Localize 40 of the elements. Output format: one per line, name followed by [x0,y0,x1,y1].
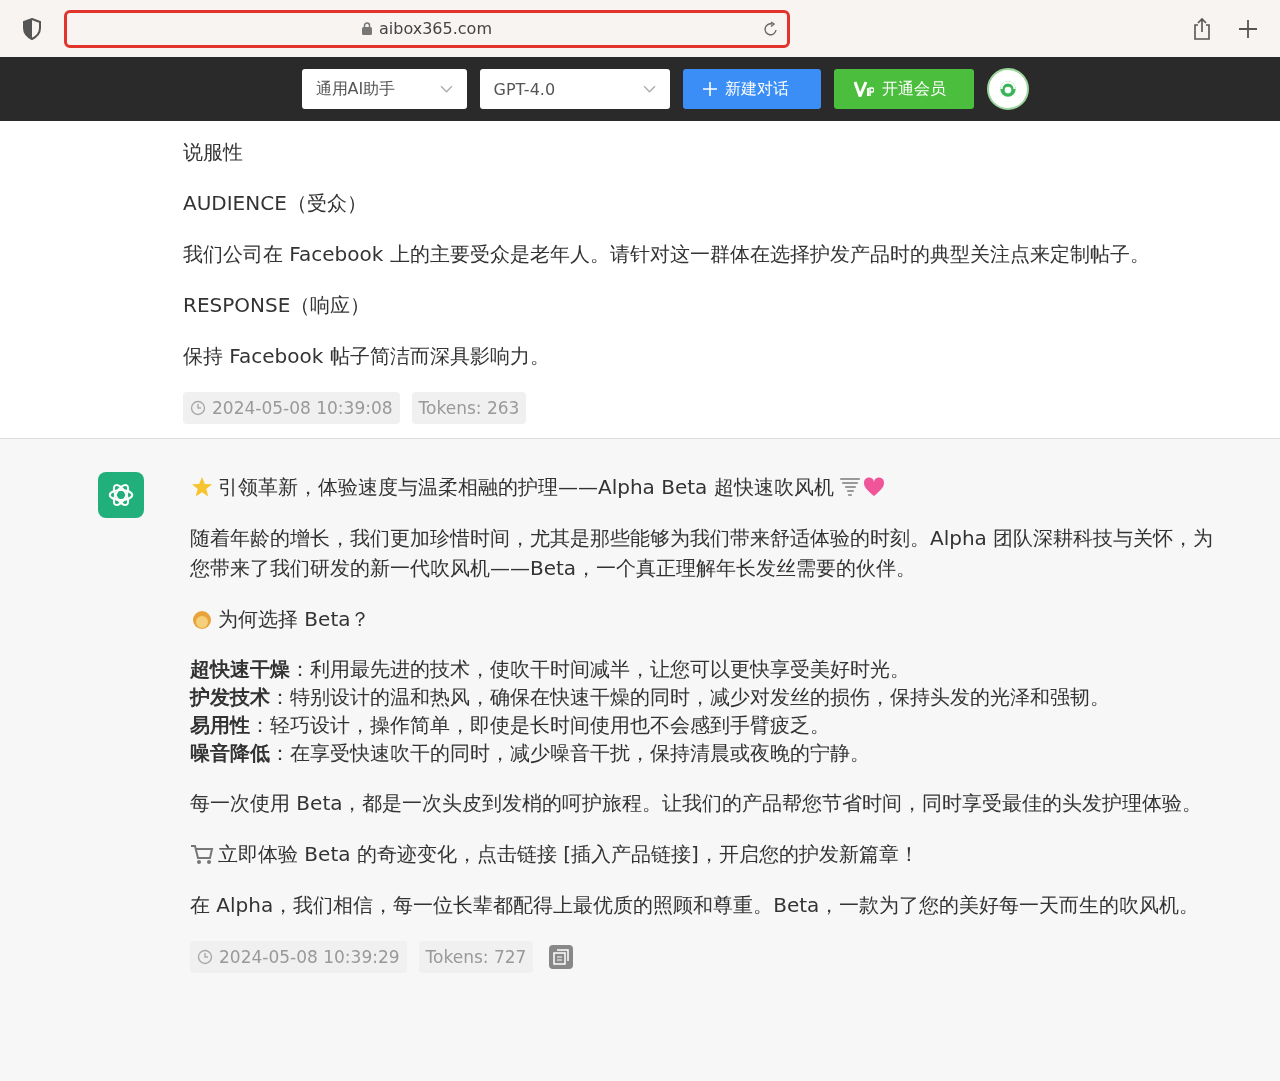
feature-item: 噪音降低：在享受快速吹干的同时，减少噪音干扰，保持清晨或夜晚的宁静。 [190,740,871,767]
chevron-down-icon [642,85,656,93]
message-title: 引领革新，体验速度与温柔相融的护理——Alpha Beta 超快速吹风机 [218,474,834,501]
vip-icon [853,81,874,97]
reload-icon[interactable] [763,20,779,37]
feature-item: 易用性：轻巧设计，操作简单，即使是长时间使用也不会感到手臂疲乏。 [190,712,831,739]
message-heading: 为何选择 Beta？ [218,606,371,633]
clock-icon [197,949,213,965]
cart-icon [190,842,214,866]
timestamp: 2024-05-08 10:39:29 [190,941,407,973]
token-count: Tokens: 727 [418,941,534,973]
message-text: 立即体验 Beta 的奇迹变化，点击链接 [插入产品链接]，开启您的护发新篇章！ [218,841,919,868]
timestamp: 2024-05-08 10:39:08 [183,392,400,424]
token-count: Tokens: 263 [411,392,527,424]
shield-icon[interactable] [22,17,42,40]
message-text: AUDIENCE（受众） [183,190,368,217]
star-icon [190,475,214,499]
assistant-select[interactable]: 通用AI助手 [301,69,467,109]
support-button[interactable] [986,68,1029,110]
feature-item: 超快速干燥：利用最先进的技术，使吹干时间减半，让您可以更快享受美好时光。 [190,656,911,683]
url-text: aibox365.com [379,19,492,38]
model-select[interactable]: GPT-4.0 [479,69,670,109]
share-icon[interactable] [1192,16,1212,41]
message-text: 随着年龄的增长，我们更加珍惜时间，尤其是那些能够为我们带来舒适体验的时刻。Alpha 团队深耕科技与关怀，为您带来了我们研发的新一代吹风机——Beta，一个真正理解年长发丝需要的伙伴。 [190,525,1215,582]
message-text: RESPONSE（响应） [183,292,372,319]
chevron-down-icon [439,85,453,93]
new-tab-icon[interactable] [1238,18,1258,39]
message-text: 每一次使用 Beta，都是一次头皮到发梢的呵护旅程。让我们的产品帮您节省时间，同时享受最佳的头发护理体验。 [190,790,1204,817]
heart-icon [861,475,886,499]
address-bar[interactable]: aibox365.com [64,9,790,48]
plus-icon [702,82,717,96]
clock-icon [190,400,206,416]
message-text: 保持 Facebook 帖子简洁而深具影响力。 [183,343,551,370]
feature-item: 护发技术：特别设计的温和热风，确保在快速干燥的同时，减少对发丝的损伤，保持头发的光泽和强韧。 [190,684,1111,711]
lock-icon [362,22,372,35]
message-text: 在 Alpha，我们相信，每一位长辈都配得上最优质的照顾和尊重。Beta，一款为了您的美好每一天而生的吹风机。 [190,892,1201,919]
message-text: 我们公司在 Facebook 上的主要受众是老年人。请针对这一群体在选择护发产品时的典型关注点来定制帖子。 [183,241,1151,268]
copy-icon[interactable] [549,945,574,969]
message-text: 说服性 [183,139,244,166]
assistant-avatar-icon [98,472,144,518]
